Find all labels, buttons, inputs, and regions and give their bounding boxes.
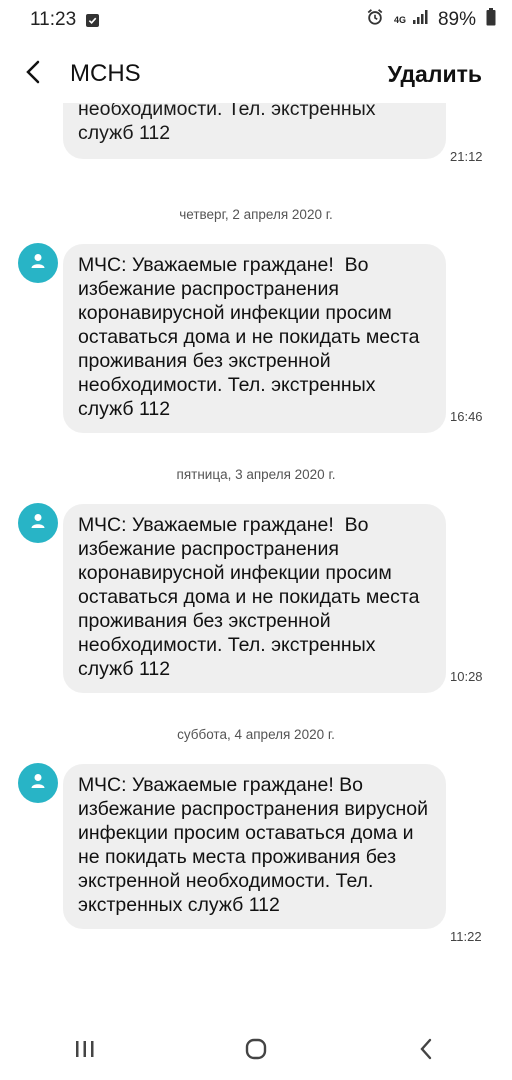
back-button[interactable] bbox=[4, 45, 64, 103]
contact-avatar[interactable] bbox=[18, 503, 58, 543]
recent-apps-icon bbox=[74, 1039, 96, 1064]
battery-percent: 89% bbox=[437, 9, 476, 30]
message-bubble[interactable]: МЧС: Уважаемые граждане! Во избежание ра… bbox=[63, 504, 446, 693]
battery-icon bbox=[486, 8, 496, 32]
date-separator: четверг, 2 апреля 2020 г. bbox=[179, 207, 333, 222]
conversation-title: MCHS bbox=[70, 60, 141, 87]
contact-avatar[interactable] bbox=[18, 243, 58, 283]
status-left: 11:23 bbox=[30, 9, 100, 31]
status-time: 11:23 bbox=[30, 9, 77, 30]
app-header: MCHS Удалить bbox=[0, 45, 512, 103]
home-button[interactable] bbox=[216, 1027, 296, 1077]
date-separator: суббота, 4 апреля 2020 г. bbox=[177, 727, 335, 742]
signal-icon bbox=[412, 9, 428, 31]
delete-button[interactable]: Удалить bbox=[388, 61, 482, 88]
home-icon bbox=[244, 1037, 268, 1066]
network-type-label: 4G bbox=[393, 14, 406, 25]
message-time: 11:22 bbox=[450, 929, 482, 944]
message-bubble[interactable]: МЧС: Уважаемые граждане! Во избежание ра… bbox=[63, 764, 446, 929]
back-chevron-icon bbox=[419, 1038, 435, 1065]
contact-avatar[interactable] bbox=[18, 763, 58, 803]
messaging-screen: 11:23 4G 89% MCHS Удалить необходимости.… bbox=[0, 0, 512, 1080]
navigation-bar bbox=[0, 1023, 512, 1080]
back-arrow-icon bbox=[24, 60, 44, 89]
conversation-list[interactable]: МЧС: Уважаемые граждане! Во избежание ра… bbox=[0, 103, 512, 1023]
message-time: 16:46 bbox=[450, 409, 483, 424]
person-icon bbox=[29, 252, 47, 275]
back-nav-button[interactable] bbox=[387, 1027, 467, 1077]
message-bubble-partial[interactable]: МЧС: Уважаемые граждане! Во избежание ра… bbox=[63, 103, 446, 159]
person-icon bbox=[29, 772, 47, 795]
message-time: 21:12 bbox=[450, 149, 483, 164]
date-separator: пятница, 3 апреля 2020 г. bbox=[176, 467, 336, 482]
message-time: 10:28 bbox=[450, 669, 483, 684]
person-icon bbox=[29, 512, 47, 535]
recent-apps-button[interactable] bbox=[45, 1027, 125, 1077]
status-right: 4G 89% bbox=[366, 8, 496, 32]
message-bubble[interactable]: МЧС: Уважаемые граждане! Во избежание ра… bbox=[63, 244, 446, 433]
status-bar: 11:23 4G 89% bbox=[0, 0, 512, 40]
notification-check-icon bbox=[86, 13, 100, 27]
alarm-icon bbox=[366, 8, 384, 32]
